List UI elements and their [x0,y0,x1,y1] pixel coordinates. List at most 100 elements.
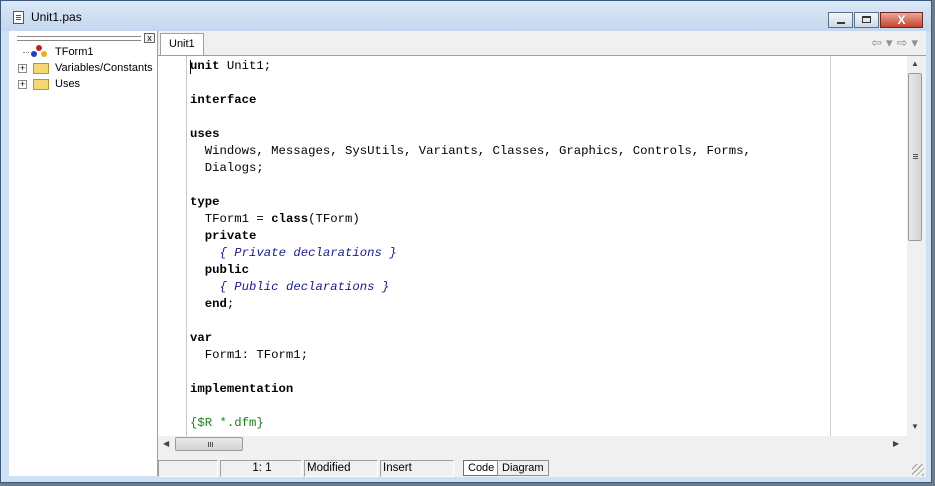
code-directive: {$R *.dfm} [190,416,264,430]
tree-item[interactable]: + Uses [9,76,157,92]
code-line[interactable]: public [190,262,751,279]
code-explorer: x TForm1 + Variables/Constants + Uses [9,31,158,476]
code-text: TForm1 = [190,212,272,226]
code-text: Dialogs; [190,161,264,175]
form-class-icon [31,45,51,59]
folder-icon [33,79,49,90]
code-line[interactable]: Windows, Messages, SysUtils, Variants, C… [190,143,751,160]
code-line[interactable] [190,177,751,194]
code-line[interactable]: implementation [190,381,751,398]
scroll-up-icon[interactable]: ▲ [911,59,919,68]
code-text: ; [226,297,235,311]
vertical-scroll-thumb[interactable] [908,73,922,241]
code-line[interactable]: uses [190,126,751,143]
code-line[interactable]: TForm1 = class(TForm) [190,211,751,228]
right-margin-line [830,56,831,436]
editor-gutter[interactable] [158,56,187,436]
code-keyword: type [190,195,220,209]
vertical-scrollbar[interactable]: ▲ ▼ [907,56,924,436]
code-keyword: class [271,212,309,226]
code-comment: { Private declarations } [219,246,397,260]
tree-item-label: Uses [55,78,81,90]
code-text: Form1: TForm1; [190,348,309,362]
horizontal-scrollbar[interactable]: ◀ ▶ [158,436,907,453]
size-grip-icon[interactable] [912,464,924,476]
code-keyword: unit [190,59,220,73]
code-keyword: public [204,263,250,277]
source-code[interactable]: unit Unit1; interface uses Windows, Messag… [190,58,751,432]
code-line[interactable]: { Private declarations } [190,245,751,262]
code-line[interactable] [190,109,751,126]
folder-icon [33,63,49,74]
maximize-icon [862,16,871,23]
tab-code[interactable]: Code [463,460,500,476]
expand-icon[interactable]: + [18,64,27,73]
forward-dropdown-icon[interactable]: ▾ [911,35,922,50]
code-keyword: private [204,229,257,243]
code-line[interactable]: Dialogs; [190,160,751,177]
code-editor[interactable]: unit Unit1; interface uses Windows, Messag… [158,56,907,436]
client-area: x TForm1 + Variables/Constants + Uses Unit1 … [9,31,926,477]
explorer-tree: TForm1 + Variables/Constants + Uses [9,44,157,92]
code-keyword: implementation [190,382,294,396]
explorer-close-button[interactable]: x [144,33,155,43]
tree-item[interactable]: TForm1 [9,44,157,60]
insert-mode-indicator: Insert [380,460,454,477]
modified-indicator: Modified [304,460,378,477]
tab-diagram[interactable]: Diagram [497,460,549,476]
minimize-icon [837,22,845,24]
tree-item-label: Variables/Constants [55,62,153,74]
code-line[interactable]: private [190,228,751,245]
tab-strip: Unit1 ⇦▾⇨▾ [158,31,926,56]
title-bar[interactable]: Unit1.pas X [1,1,931,31]
scroll-right-icon[interactable]: ▶ [893,439,899,448]
back-arrow-icon[interactable]: ⇦ [871,35,886,50]
tab-unit1[interactable]: Unit1 [160,33,204,55]
close-button[interactable]: X [880,12,923,28]
code-line[interactable]: unit Unit1; [190,58,751,75]
expand-icon[interactable]: + [18,80,27,89]
code-line[interactable] [190,313,751,330]
code-line[interactable]: var [190,330,751,347]
editor-window: Unit1.pas X x TForm1 + Variables/Constants… [0,0,932,483]
code-line[interactable] [190,364,751,381]
back-dropdown-icon[interactable]: ▾ [886,35,897,50]
scroll-left-icon[interactable]: ◀ [163,439,169,448]
history-nav: ⇦▾⇨▾ [871,35,922,51]
window-title: Unit1.pas [31,10,82,24]
code-comment: { Public declarations } [219,280,390,294]
thumb-grip-icon [913,154,918,155]
scroll-down-icon[interactable]: ▼ [911,422,919,431]
forward-arrow-icon[interactable]: ⇨ [897,35,912,50]
window-controls: X [827,12,923,28]
code-keyword: var [190,331,213,345]
maximize-button[interactable] [854,12,879,28]
tree-item[interactable]: + Variables/Constants [9,60,157,76]
code-line[interactable]: type [190,194,751,211]
horizontal-scroll-thumb[interactable] [175,437,243,451]
cursor-position: 1: 1 [220,460,302,477]
minimize-button[interactable] [828,12,853,28]
tree-connector [23,52,29,53]
dock-grip[interactable] [17,36,141,41]
scrollbar-corner [907,436,924,453]
code-line[interactable]: Form1: TForm1; [190,347,751,364]
code-line[interactable]: end; [190,296,751,313]
close-icon: X [897,13,906,27]
text-caret [190,60,191,74]
explorer-header: x [17,33,155,44]
code-keyword: end [204,297,227,311]
code-line[interactable]: interface [190,92,751,109]
code-line[interactable] [190,398,751,415]
code-line[interactable]: { Public declarations } [190,279,751,296]
document-icon [13,11,24,24]
code-line[interactable] [190,75,751,92]
code-text: Windows, Messages, SysUtils, Variants, C… [190,144,751,158]
code-keyword: uses [190,127,220,141]
code-line[interactable]: {$R *.dfm} [190,415,751,432]
